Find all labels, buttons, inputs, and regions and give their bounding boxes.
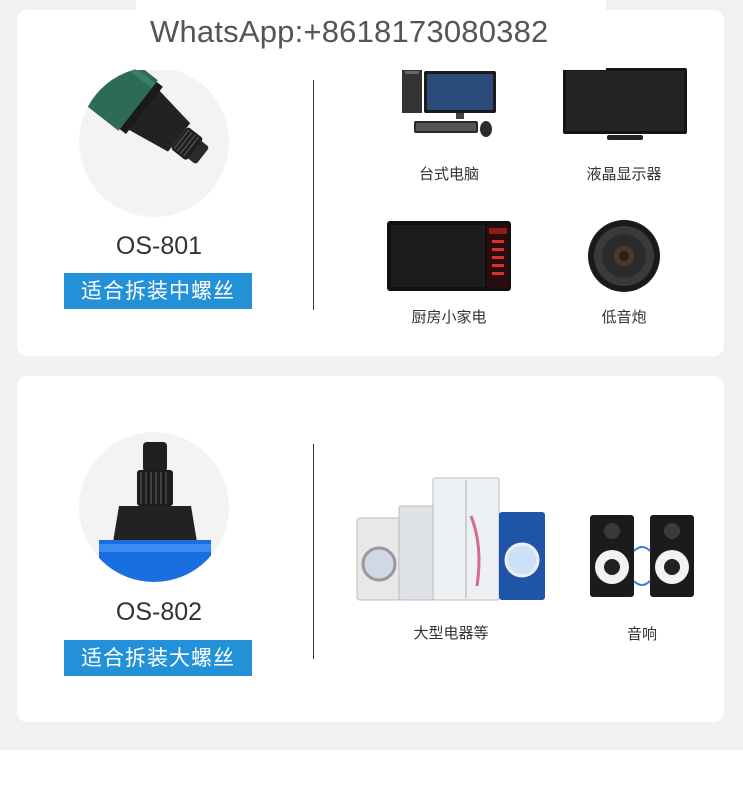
bottom-band [0,750,743,800]
screwdriver-bit-image-os-801 [79,67,229,217]
screwdriver-icon [79,67,209,164]
application-label: 音响 [626,625,657,643]
application-large-appliances: 大型电器等 [353,476,549,646]
application-label: 大型电器等 [413,624,489,642]
application-subwoofer: 低音炮 [579,218,669,328]
application-label: 台式电脑 [418,165,479,183]
microwave-icon [387,221,511,291]
speakers-icon [590,515,694,597]
application-desktop-computer: 台式电脑 [387,65,511,185]
application-speakers: 音响 [577,511,707,651]
usage-tag: 适合拆装中螺丝 [64,273,252,309]
application-lcd-monitor: 液晶显示器 [554,65,694,185]
lcd-monitor-icon [563,68,687,140]
product-card-os-802: OS-802 适合拆装大螺丝 大型电器等 音响 [17,376,724,722]
desktop-computer-icon [402,67,496,137]
divider [313,80,314,310]
usage-tag: 适合拆装大螺丝 [64,640,252,676]
watermark: WhatsApp:+8618173080382 [136,0,606,70]
model-name: OS-801 [115,232,203,260]
subwoofer-icon [588,220,660,292]
screwdriver-icon [99,442,211,582]
large-appliances-icon [356,477,545,601]
application-label: 厨房小家电 [411,308,487,326]
application-label: 低音炮 [601,308,647,326]
application-microwave: 厨房小家电 [380,218,518,328]
divider [313,444,314,659]
watermark-text: WhatsApp:+8618173080382 [150,14,549,49]
screwdriver-bit-image-os-802 [79,432,229,582]
model-name: OS-802 [115,598,203,626]
application-label: 液晶显示器 [586,165,662,183]
